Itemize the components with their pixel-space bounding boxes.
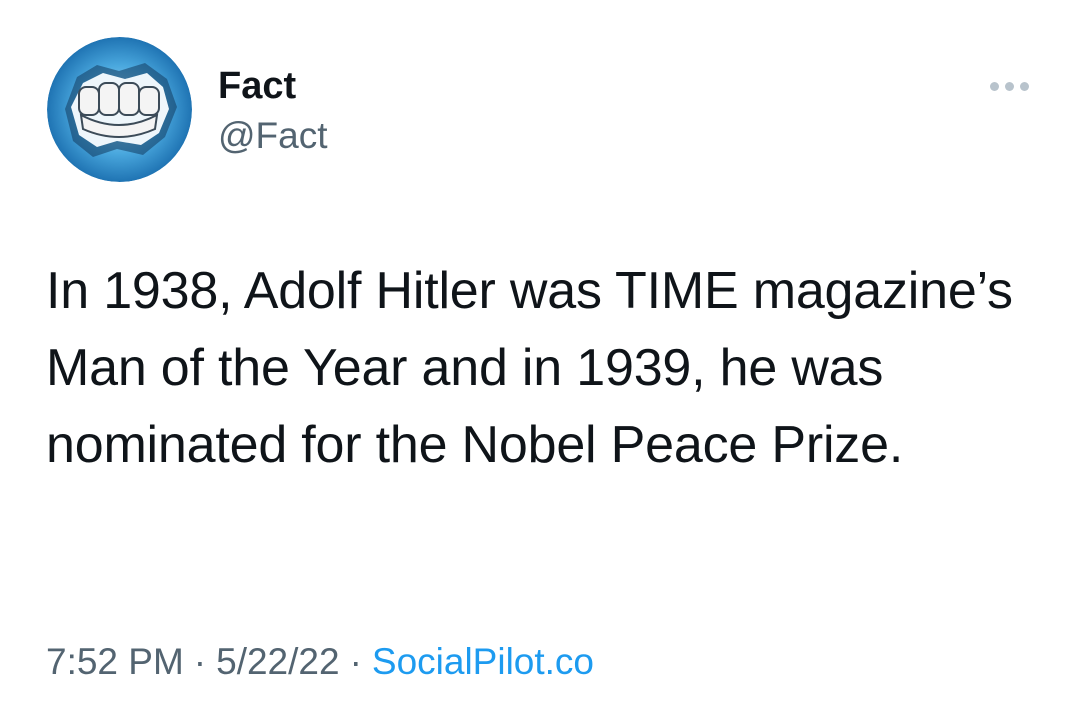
more-horizontal-icon: [989, 81, 999, 91]
separator: ·: [349, 641, 362, 682]
tweet-time[interactable]: 7:52 PM: [46, 641, 184, 682]
fist-logo-icon: [47, 37, 192, 182]
tweet-card: Fact @Fact In 1938, Adolf Hitler was TIM…: [0, 0, 1080, 725]
more-options-button[interactable]: [982, 68, 1036, 104]
author-display-name[interactable]: Fact: [218, 62, 296, 110]
tweet-source-link[interactable]: SocialPilot.co: [372, 641, 594, 682]
tweet-text: In 1938, Adolf Hitler was TIME magazine’…: [46, 262, 1013, 474]
separator: ·: [193, 641, 207, 682]
author-handle[interactable]: @Fact: [218, 112, 328, 160]
avatar[interactable]: [47, 37, 192, 182]
tweet-metadata: 7:52 PM · 5/22/22 · SocialPilot.co: [46, 637, 594, 687]
more-horizontal-icon-dot: [1019, 81, 1029, 91]
tweet-date[interactable]: 5/22/22: [216, 641, 339, 682]
more-horizontal-icon-dot: [1004, 81, 1014, 91]
